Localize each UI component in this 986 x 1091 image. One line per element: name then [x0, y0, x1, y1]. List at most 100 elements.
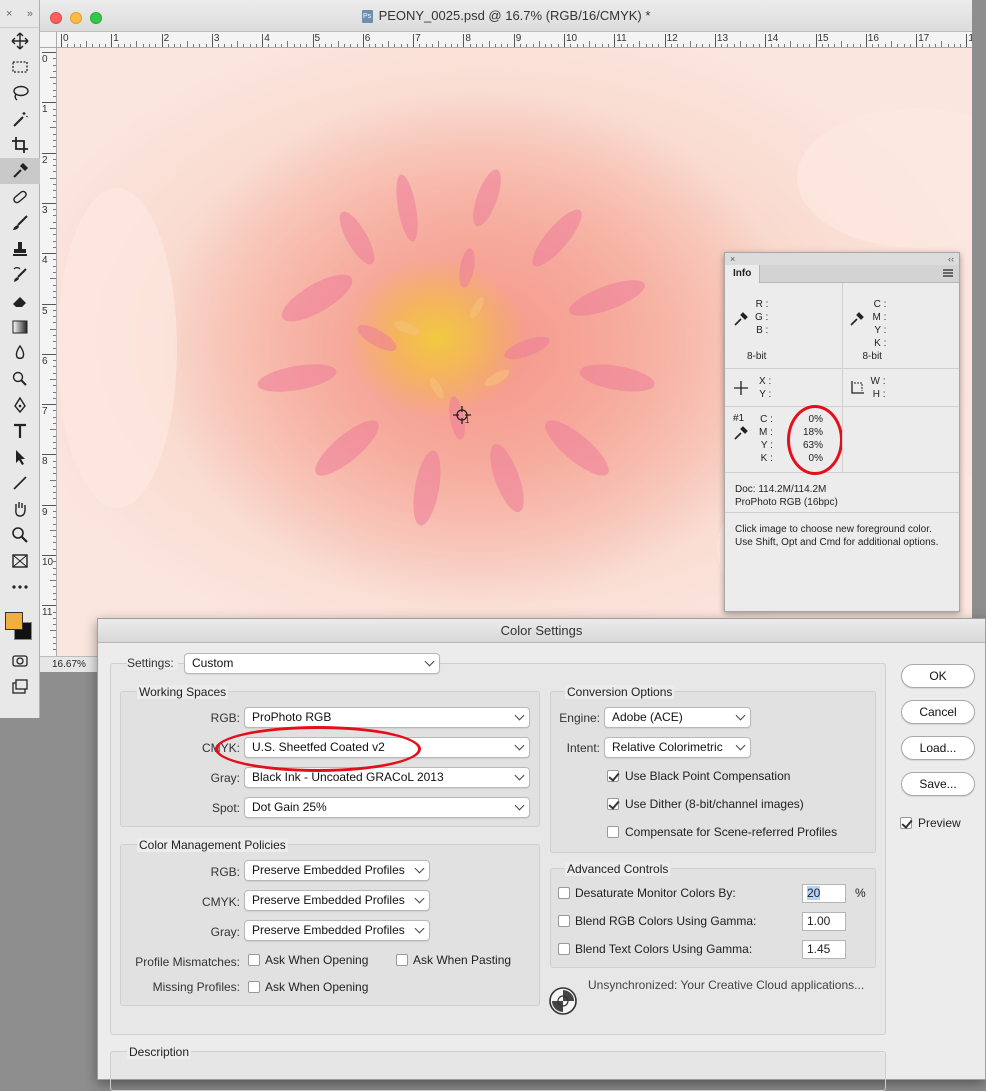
more-tools-icon[interactable] — [0, 574, 40, 600]
blend-text-gamma-input[interactable]: 1.45 — [802, 940, 846, 959]
zoom-window-button[interactable] — [90, 12, 102, 24]
collapse-panel-icon[interactable]: ‹‹ — [948, 253, 954, 265]
mismatch-ask-pasting-label[interactable]: Ask When Pasting — [413, 953, 511, 967]
path-selection-tool-icon[interactable] — [0, 444, 40, 470]
cancel-button[interactable]: Cancel — [901, 700, 975, 724]
ruler-tick-label: 0 — [63, 33, 69, 44]
ruler-major-tick — [513, 34, 515, 47]
ruler-minor-tick — [387, 41, 389, 47]
missing-ask-opening-checkbox[interactable] — [248, 981, 260, 993]
preview-checkbox[interactable] — [900, 817, 912, 829]
mismatch-ask-pasting-checkbox[interactable] — [396, 954, 408, 966]
preview-label[interactable]: Preview — [918, 816, 961, 830]
ruler-minor-tick — [488, 41, 490, 47]
history-brush-tool-icon[interactable] — [0, 262, 40, 288]
ruler-major-tick — [262, 34, 264, 47]
eyedropper-tool-icon[interactable] — [0, 158, 40, 184]
blend-rgb-gamma-input[interactable]: 1.00 — [802, 912, 846, 931]
clone-stamp-tool-icon[interactable] — [0, 236, 40, 262]
percent-unit: % — [855, 886, 866, 900]
missing-ask-opening-label[interactable]: Ask When Opening — [265, 980, 368, 994]
close-panel-icon[interactable]: × — [730, 253, 735, 265]
pen-tool-icon[interactable] — [0, 392, 40, 418]
rgb-bit-depth[interactable]: 8-bit — [747, 351, 766, 362]
desaturate-input[interactable]: 20 — [802, 884, 846, 903]
hand-tool-icon[interactable] — [0, 496, 40, 522]
close-icon[interactable]: × — [6, 8, 12, 20]
ruler-minor-tick — [840, 41, 842, 47]
eyedropper-icon[interactable] — [733, 311, 749, 327]
zoom-tool-icon[interactable] — [0, 522, 40, 548]
blur-tool-icon[interactable] — [0, 340, 40, 366]
quick-mask-icon[interactable] — [0, 648, 40, 674]
type-tool-icon[interactable] — [0, 418, 40, 444]
zoom-level[interactable]: 16.67% — [52, 659, 86, 670]
foreground-color-swatch[interactable] — [5, 612, 23, 630]
brush-tool-icon[interactable] — [0, 210, 40, 236]
intent-select[interactable]: Relative Colorimetric — [604, 737, 751, 758]
policy-gray-select[interactable]: Preserve Embedded Profiles — [244, 920, 430, 941]
collapse-icon[interactable]: » — [27, 8, 33, 20]
desaturate-checkbox[interactable] — [558, 887, 570, 899]
selection-size-icon — [850, 381, 864, 394]
ws-spot-select[interactable]: Dot Gain 25% — [244, 797, 530, 818]
ruler-tick-label: 14 — [767, 33, 779, 44]
panel-menu-icon[interactable] — [943, 269, 953, 277]
ruler-major-tick — [161, 34, 163, 47]
document-size: Doc: 114.2M/114.2M — [735, 484, 827, 495]
dither-checkbox[interactable] — [607, 798, 619, 810]
ruler-origin[interactable] — [40, 32, 57, 48]
ruler-major-tick — [211, 34, 213, 47]
load-button[interactable]: Load... — [901, 736, 975, 760]
crosshair-position-icon[interactable] — [733, 380, 749, 396]
eraser-tool-icon[interactable] — [0, 288, 40, 314]
ruler-tick-label: 7 — [42, 406, 48, 418]
marquee-tool-icon[interactable] — [0, 54, 40, 80]
minimize-window-button[interactable] — [70, 12, 82, 24]
color-swatches[interactable] — [0, 600, 40, 648]
gradient-tool-icon[interactable] — [0, 314, 40, 340]
blend-rgb-gamma-label[interactable]: Blend RGB Colors Using Gamma: — [575, 914, 756, 928]
ruler-tick-label: 9 — [515, 33, 522, 44]
color-sampler-1-icon[interactable]: 1 — [452, 405, 472, 425]
eyedropper-icon[interactable] — [849, 311, 865, 327]
mismatch-ask-opening-label[interactable]: Ask When Opening — [265, 953, 368, 967]
line-tool-icon[interactable] — [0, 470, 40, 496]
sampler-eyedropper-icon[interactable] — [733, 425, 749, 441]
engine-select[interactable]: Adobe (ACE) — [604, 707, 751, 728]
healing-brush-tool-icon[interactable] — [0, 184, 40, 210]
blend-text-gamma-label[interactable]: Blend Text Colors Using Gamma: — [575, 942, 752, 956]
close-window-button[interactable] — [50, 12, 62, 24]
sampler-channel-label: C : — [760, 414, 773, 425]
vertical-ruler[interactable]: 0 1 2 3 4 5 6 7 8 9 10 11 — [40, 48, 57, 656]
scene-referred-checkbox[interactable] — [607, 826, 619, 838]
desaturate-label[interactable]: Desaturate Monitor Colors By: — [575, 886, 736, 900]
settings-select[interactable]: Custom — [184, 653, 440, 674]
black-point-compensation-checkbox[interactable] — [607, 770, 619, 782]
dither-label[interactable]: Use Dither (8-bit/channel images) — [625, 797, 804, 811]
scene-referred-label[interactable]: Compensate for Scene-referred Profiles — [625, 825, 837, 839]
dodge-tool-icon[interactable] — [0, 366, 40, 392]
ws-rgb-select[interactable]: ProPhoto RGB — [244, 707, 530, 728]
ok-button[interactable]: OK — [901, 664, 975, 688]
crop-tool-icon[interactable] — [0, 132, 40, 158]
policy-rgb-select[interactable]: Preserve Embedded Profiles — [244, 860, 430, 881]
blend-rgb-gamma-checkbox[interactable] — [558, 915, 570, 927]
tab-info[interactable]: Info — [725, 265, 761, 283]
lasso-tool-icon[interactable] — [0, 80, 40, 106]
cmyk-bit-depth[interactable]: 8-bit — [863, 351, 882, 362]
save-button[interactable]: Save... — [901, 772, 975, 796]
blend-text-gamma-checkbox[interactable] — [558, 943, 570, 955]
screen-mode-icon[interactable] — [0, 674, 40, 700]
horizontal-ruler[interactable]: 0123456789101112131415161718 — [57, 32, 972, 48]
ruler-tick-label: 2 — [163, 33, 170, 44]
mismatch-ask-opening-checkbox[interactable] — [248, 954, 260, 966]
ruler-tick-label: 5 — [42, 305, 48, 317]
magic-wand-tool-icon[interactable] — [0, 106, 40, 132]
black-point-compensation-label[interactable]: Use Black Point Compensation — [625, 769, 790, 783]
move-tool-icon[interactable] — [0, 28, 40, 54]
artboard-tool-icon[interactable] — [0, 548, 40, 574]
ruler-minor-tick — [689, 41, 691, 47]
policy-cmyk-select[interactable]: Preserve Embedded Profiles — [244, 890, 430, 911]
ruler-major-tick — [664, 34, 666, 47]
